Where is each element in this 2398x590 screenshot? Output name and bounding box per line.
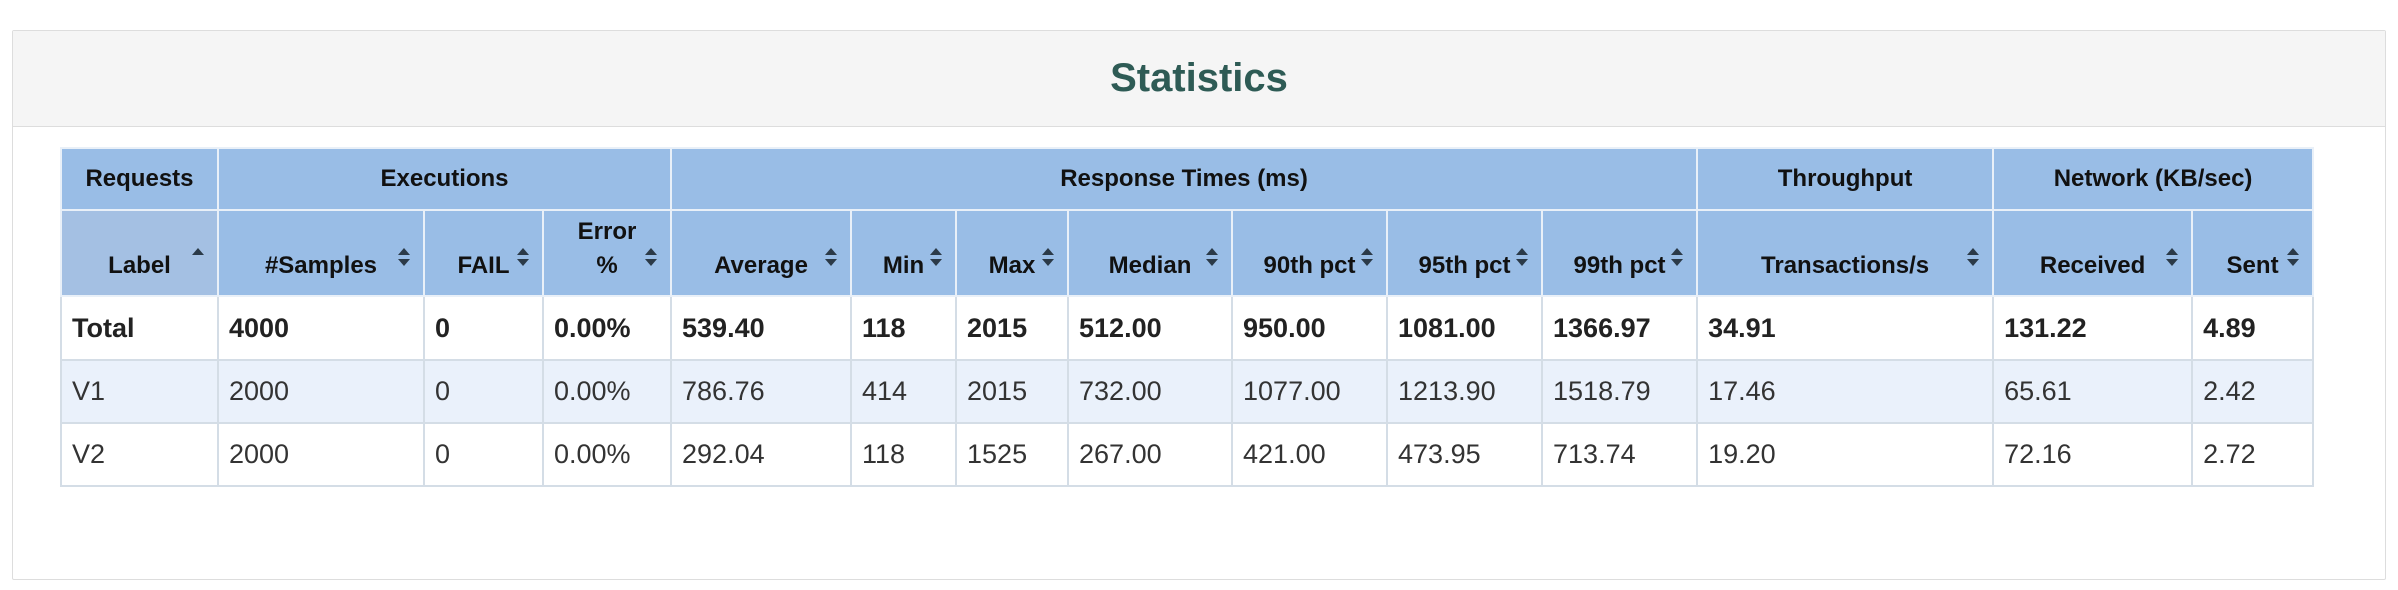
cell-90th-pct: 1077.00 bbox=[1231, 359, 1389, 424]
table-row: V2 2000 0 0.00% 292.04 118 1525 267.00 421.00 473… bbox=[60, 422, 2315, 487]
group-header-executions: Executions bbox=[216, 147, 673, 211]
column-header-label: #Samples bbox=[264, 252, 378, 279]
column-header-label: Error % bbox=[577, 218, 637, 279]
cell-median: 512.00 bbox=[1067, 295, 1234, 361]
sort-both-icon bbox=[1360, 245, 1374, 269]
cell-received: 65.61 bbox=[1992, 359, 2194, 424]
sort-both-icon bbox=[929, 245, 943, 269]
cell-label: Total bbox=[60, 295, 219, 361]
table-body: Total 4000 0 0.00% 539.40 118 2015 512.00 950.00… bbox=[60, 295, 2315, 487]
column-header-sent[interactable]: Sent bbox=[2191, 209, 2315, 297]
cell-average: 539.40 bbox=[670, 295, 853, 361]
sort-both-icon bbox=[397, 245, 411, 269]
column-header-99th-pct[interactable]: 99th pct bbox=[1541, 209, 1699, 297]
cell-median: 267.00 bbox=[1067, 422, 1234, 487]
column-header-label: Average bbox=[714, 252, 808, 279]
cell-transactions-s: 17.46 bbox=[1696, 359, 1995, 424]
cell-fail: 0 bbox=[423, 359, 544, 424]
column-header-median[interactable]: Median bbox=[1067, 209, 1234, 297]
cell-90th-pct: 950.00 bbox=[1231, 295, 1389, 361]
sort-both-icon bbox=[1670, 245, 1684, 269]
column-header-label: 95th pct bbox=[1418, 252, 1511, 279]
column-header-transactions-s[interactable]: Transactions/s bbox=[1696, 209, 1995, 297]
cell-99th-pct: 713.74 bbox=[1541, 422, 1699, 487]
cell-average: 292.04 bbox=[670, 422, 853, 487]
header-group-row: Requests Executions Response Times (ms) Thr… bbox=[60, 147, 2315, 211]
column-header-received[interactable]: Received bbox=[1992, 209, 2194, 297]
cell-sent: 2.42 bbox=[2191, 359, 2315, 424]
cell-fail: 0 bbox=[423, 295, 544, 361]
cell-sent: 2.72 bbox=[2191, 422, 2315, 487]
sort-both-icon bbox=[644, 245, 658, 269]
cell-transactions-s: 19.20 bbox=[1696, 422, 1995, 487]
sort-both-icon bbox=[1041, 245, 1055, 269]
cell-label: V2 bbox=[60, 422, 219, 487]
column-header-label: Max bbox=[988, 252, 1036, 279]
cell-sent: 4.89 bbox=[2191, 295, 2315, 361]
cell-received: 131.22 bbox=[1992, 295, 2194, 361]
sort-both-icon bbox=[824, 245, 838, 269]
column-header-average[interactable]: Average bbox=[670, 209, 853, 297]
cell-received: 72.16 bbox=[1992, 422, 2194, 487]
cell-min: 118 bbox=[850, 422, 958, 487]
panel-heading: Statistics bbox=[13, 31, 2385, 127]
group-header-network-kb-sec: Network (KB/sec) bbox=[1992, 147, 2315, 211]
column-header-label: Transactions/s bbox=[1761, 252, 1930, 279]
column-header-label: 99th pct bbox=[1573, 252, 1666, 279]
cell-error: 0.00% bbox=[541, 422, 673, 487]
cell-average: 786.76 bbox=[670, 359, 853, 424]
group-header-requests: Requests bbox=[60, 147, 219, 211]
column-header-label: 90th pct bbox=[1263, 252, 1356, 279]
cell-label: V1 bbox=[60, 359, 219, 424]
cell-max: 2015 bbox=[955, 295, 1070, 361]
column-header-label: Sent bbox=[2226, 252, 2279, 279]
cell-99th-pct: 1518.79 bbox=[1541, 359, 1699, 424]
cell-max: 1525 bbox=[955, 422, 1070, 487]
cell-95th-pct: 1081.00 bbox=[1386, 295, 1544, 361]
cell-error: 0.00% bbox=[541, 359, 673, 424]
column-header-label: FAIL bbox=[457, 252, 510, 279]
statistics-table: Requests Executions Response Times (ms) Thr… bbox=[60, 147, 2315, 487]
table-total-row: Total 4000 0 0.00% 539.40 118 2015 512.00 950.00… bbox=[60, 295, 2315, 361]
cell-90th-pct: 421.00 bbox=[1231, 422, 1389, 487]
group-header-throughput: Throughput bbox=[1696, 147, 1995, 211]
table-row: V1 2000 0 0.00% 786.76 414 2015 732.00 1077.00 12… bbox=[60, 359, 2315, 424]
column-header-label: Label bbox=[108, 252, 171, 279]
column-header-95th-pct[interactable]: 95th pct bbox=[1386, 209, 1544, 297]
cell-median: 732.00 bbox=[1067, 359, 1234, 424]
sort-both-icon bbox=[2286, 245, 2300, 269]
group-header-response-times-ms: Response Times (ms) bbox=[670, 147, 1699, 211]
column-header-label: Median bbox=[1108, 252, 1192, 279]
cell-samples: 2000 bbox=[217, 359, 425, 424]
cell-fail: 0 bbox=[423, 422, 544, 487]
cell-error: 0.00% bbox=[541, 295, 673, 361]
cell-transactions-s: 34.91 bbox=[1696, 295, 1995, 361]
column-header-label[interactable]: Label bbox=[60, 209, 219, 297]
cell-max: 2015 bbox=[955, 359, 1070, 424]
header-column-row: Label #Samples FAIL Error % Average Min Max Med… bbox=[60, 209, 2315, 297]
sort-both-icon bbox=[2165, 245, 2179, 269]
column-header-error[interactable]: Error % bbox=[541, 209, 673, 297]
sort-both-icon bbox=[1205, 245, 1219, 269]
column-header-fail[interactable]: FAIL bbox=[423, 209, 544, 297]
column-header-max[interactable]: Max bbox=[955, 209, 1070, 297]
panel-title: Statistics bbox=[1110, 56, 1288, 100]
column-header-min[interactable]: Min bbox=[850, 209, 958, 297]
cell-95th-pct: 1213.90 bbox=[1386, 359, 1544, 424]
sort-both-icon bbox=[1515, 245, 1529, 269]
sort-both-icon bbox=[1966, 245, 1980, 269]
column-header-samples[interactable]: #Samples bbox=[217, 209, 425, 297]
sort-ascending-icon bbox=[191, 245, 205, 269]
cell-min: 414 bbox=[850, 359, 958, 424]
cell-samples: 2000 bbox=[217, 422, 425, 487]
column-header-label: Received bbox=[2039, 252, 2146, 279]
cell-99th-pct: 1366.97 bbox=[1541, 295, 1699, 361]
cell-min: 118 bbox=[850, 295, 958, 361]
cell-samples: 4000 bbox=[217, 295, 425, 361]
column-header-label: Min bbox=[882, 252, 925, 279]
sort-both-icon bbox=[516, 245, 530, 269]
cell-95th-pct: 473.95 bbox=[1386, 422, 1544, 487]
column-header-90th-pct[interactable]: 90th pct bbox=[1231, 209, 1389, 297]
